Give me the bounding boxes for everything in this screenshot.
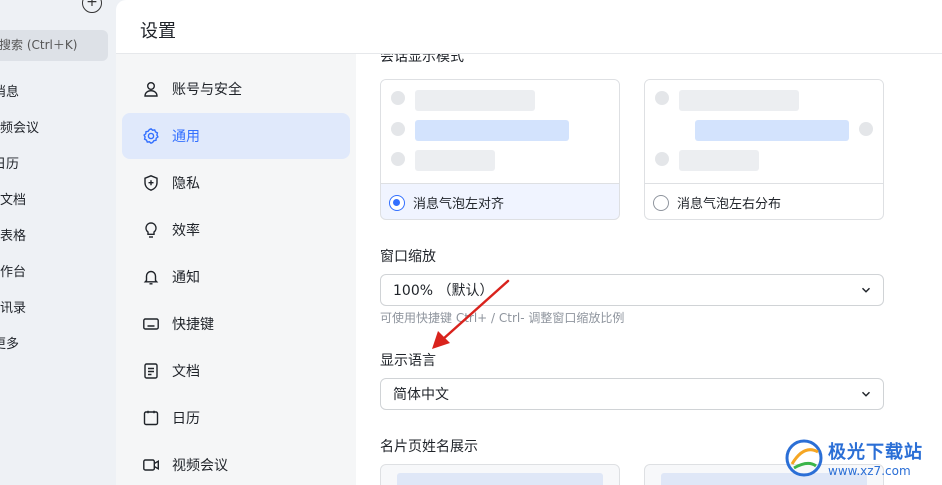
window-zoom-select[interactable]: 100% （默认）: [380, 274, 884, 306]
nav-label: 日历: [172, 411, 200, 427]
nav-label: 账号与安全: [172, 82, 242, 98]
nav-item-privacy[interactable]: 隐私: [122, 160, 350, 206]
window-title: 设置: [140, 21, 176, 42]
nav-label: 视频会议: [172, 458, 228, 474]
radio-unchecked[interactable]: [653, 194, 669, 211]
calendar-icon: [142, 409, 160, 427]
layout-option-left-aligned[interactable]: 消息气泡左对齐: [380, 79, 620, 220]
nav-item-notifications[interactable]: 通知: [122, 254, 350, 300]
background-item-calendar[interactable]: 日历: [0, 153, 19, 172]
background-item-video-meeting[interactable]: 视频会议: [0, 117, 39, 136]
name-display-label: 名片页姓名展示: [380, 439, 478, 455]
name-display-option-1[interactable]: [380, 464, 620, 485]
gear-icon: [142, 127, 160, 145]
conversation-mode-heading: 会话显示模式: [380, 54, 464, 65]
nav-label: 隐私: [172, 176, 200, 192]
bell-icon: [142, 268, 160, 286]
display-language-value: 简体中文: [393, 387, 449, 403]
display-language-select[interactable]: 简体中文: [380, 378, 884, 410]
nav-label: 效率: [172, 223, 200, 239]
background-item-base[interactable]: 多维表格: [0, 225, 26, 244]
shield-icon: [142, 174, 160, 192]
nav-item-calendar[interactable]: 日历: [122, 395, 350, 441]
layout-option-label: 消息气泡左对齐: [413, 197, 505, 212]
background-search-input[interactable]: 搜索 (Ctrl＋K): [0, 30, 108, 61]
window-zoom-label: 窗口缩放: [380, 249, 436, 265]
nav-label: 通知: [172, 270, 200, 286]
user-icon: [142, 80, 160, 98]
chevron-down-icon: [861, 287, 871, 293]
nav-item-docs[interactable]: 文档: [122, 348, 350, 394]
layout-option-split[interactable]: 消息气泡左右分布: [644, 79, 884, 220]
watermark: 极光下载站 www.xz7.com: [784, 430, 942, 485]
layout-preview-left: [381, 80, 619, 183]
document-icon: [142, 362, 160, 380]
window-zoom-hint: 可使用快捷键 Ctrl+ / Ctrl- 调整窗口缩放比例: [380, 311, 625, 325]
watermark-url: www.xz7.com: [828, 463, 911, 478]
nav-item-account-security[interactable]: 账号与安全: [122, 66, 350, 112]
nav-item-general[interactable]: 通用: [122, 113, 350, 159]
video-icon: [142, 456, 160, 474]
nav-item-efficiency[interactable]: 效率: [122, 207, 350, 253]
background-app-sidebar: + 搜索 (Ctrl＋K) 消息 视频会议 日历 云文档 多维表格 工作台 通讯…: [0, 0, 116, 485]
lightbulb-icon: [142, 221, 160, 239]
add-icon[interactable]: +: [82, 0, 102, 13]
settings-window: 设置 账号与安全 通用 隐私 效率 通知 快捷键 文档 日历 视频会议 会话显示…: [116, 0, 942, 485]
background-item-messages[interactable]: 消息: [0, 81, 19, 100]
settings-content: 会话显示模式 消息气泡左对齐 消息气泡左右分布 窗口缩放 100% （默认） 可…: [356, 54, 942, 485]
layout-option-footer: 消息气泡左右分布: [645, 183, 883, 219]
layout-option-footer: 消息气泡左对齐: [381, 183, 619, 219]
keyboard-icon: [142, 315, 160, 333]
nav-item-shortcuts[interactable]: 快捷键: [122, 301, 350, 347]
chevron-down-icon: [861, 391, 871, 397]
background-item-contacts[interactable]: 通讯录: [0, 297, 26, 316]
nav-label: 快捷键: [172, 317, 214, 333]
background-item-workplace[interactable]: 工作台: [0, 261, 26, 280]
radio-checked[interactable]: [389, 194, 405, 211]
background-item-docs[interactable]: 云文档: [0, 189, 26, 208]
display-language-label: 显示语言: [380, 353, 436, 369]
watermark-logo-icon: [785, 439, 823, 476]
layout-preview-split: [645, 80, 883, 183]
settings-nav: 账号与安全 通用 隐私 效率 通知 快捷键 文档 日历 视频会议: [116, 54, 356, 485]
background-item-more[interactable]: 更多: [0, 333, 19, 352]
nav-item-video-meeting[interactable]: 视频会议: [122, 442, 350, 485]
window-zoom-value: 100% （默认）: [393, 283, 494, 299]
layout-option-label: 消息气泡左右分布: [677, 197, 782, 212]
nav-label: 文档: [172, 364, 200, 380]
nav-label: 通用: [172, 129, 200, 145]
watermark-name: 极光下载站: [828, 441, 923, 463]
